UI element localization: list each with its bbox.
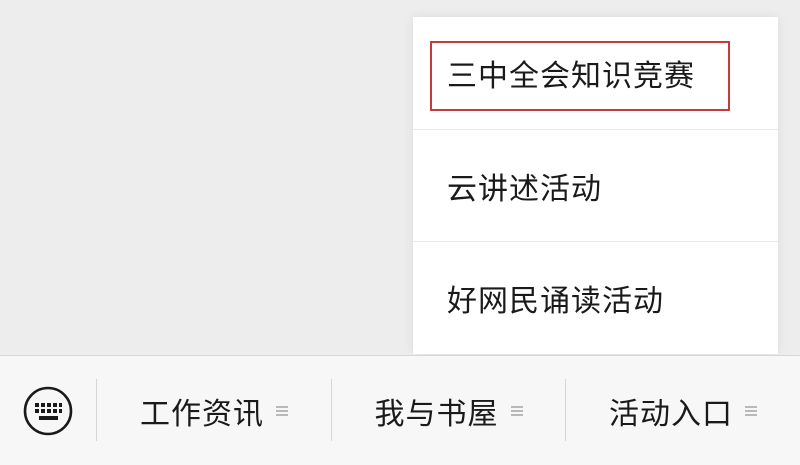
- bottom-menu-bar: 工作资讯 我与书屋 活动入口: [0, 355, 800, 465]
- menu-activity-entry[interactable]: 活动入口: [566, 356, 800, 465]
- submenu-item-label: 好网民诵读活动: [447, 284, 664, 319]
- menu-me-and-bookhouse[interactable]: 我与书屋: [332, 356, 565, 465]
- submenu-popup: 三中全会知识竞赛 云讲述活动 好网民诵读活动: [413, 17, 778, 354]
- menu-work-news[interactable]: 工作资讯: [97, 356, 331, 465]
- submenu-item-cloud-narration[interactable]: 云讲述活动: [413, 130, 778, 242]
- submenu-list-icon: [745, 406, 757, 416]
- submenu-list-icon: [510, 406, 523, 416]
- menu-label: 活动入口: [609, 397, 733, 432]
- submenu-item-label: 三中全会知识竞赛: [447, 59, 695, 94]
- menu-label: 我与书屋: [374, 397, 499, 432]
- chat-screen: 三中全会知识竞赛 云讲述活动 好网民诵读活动 工作资讯 我与书屋 活动入口: [0, 0, 800, 465]
- submenu-item-label: 云讲述活动: [447, 172, 602, 207]
- submenu-list-icon: [276, 406, 288, 416]
- keyboard-toggle-button[interactable]: [0, 356, 96, 465]
- menu-label: 工作资讯: [140, 397, 264, 432]
- submenu-item-netizen-reading[interactable]: 好网民诵读活动: [413, 242, 778, 354]
- keyboard-icon: [23, 386, 73, 436]
- submenu-item-knowledge-contest[interactable]: 三中全会知识竞赛: [413, 17, 778, 129]
